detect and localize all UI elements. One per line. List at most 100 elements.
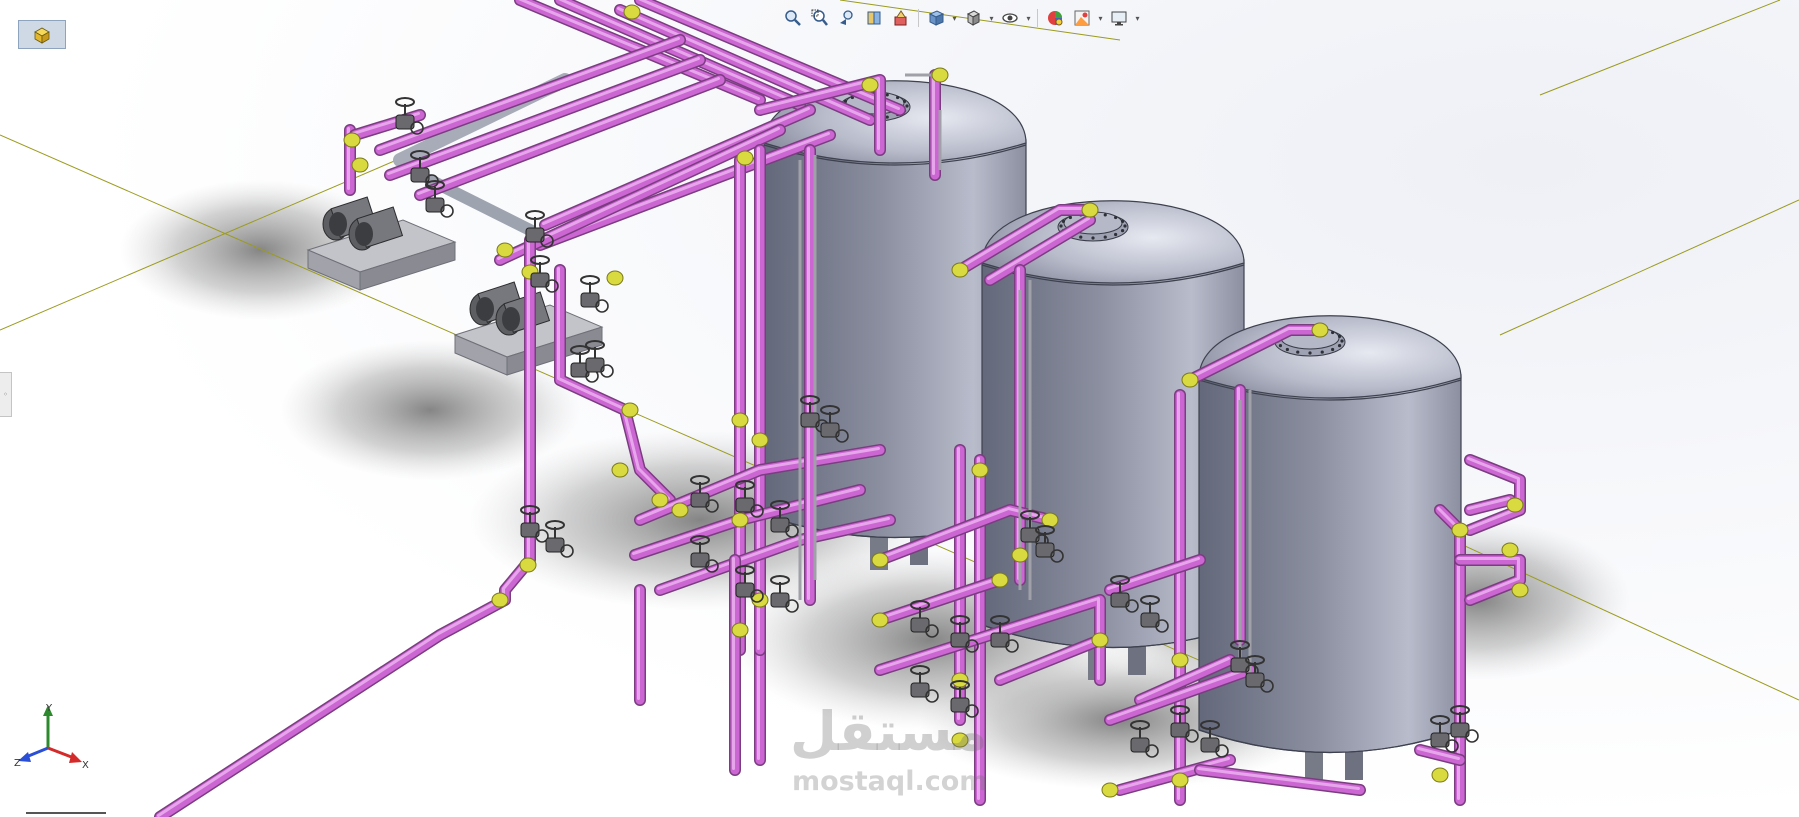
elbow-fitting-22 [731, 512, 749, 528]
manway-bolt [1103, 213, 1107, 217]
edit-appearance-button[interactable] [1042, 6, 1068, 30]
section-view-icon [867, 11, 881, 25]
manway-bolt [1285, 347, 1289, 352]
elbow-fitting-13 [1311, 322, 1329, 338]
toolbar-separator [1037, 9, 1038, 27]
view-orientation-icon [928, 10, 945, 26]
hide-show-items-button[interactable] [997, 6, 1023, 30]
manway-bolt [1337, 343, 1342, 348]
view-orientation-button[interactable] [923, 6, 949, 30]
elbow-fitting-37 [1101, 782, 1119, 798]
elbow-fitting-40 [871, 552, 889, 568]
manway-bolt [905, 104, 909, 108]
view-settings-dropdown-arrow[interactable]: ▾ [1133, 6, 1142, 30]
zoom-to-fit-icon [785, 10, 801, 26]
elbow-fitting-23 [751, 592, 769, 608]
elbow-fitting-29 [1091, 632, 1109, 648]
manway-bolt [1091, 236, 1095, 240]
elbow-fitting-33 [1501, 542, 1519, 558]
elbow-fitting-11 [1081, 202, 1099, 218]
elbow-fitting-20 [651, 492, 669, 508]
elbow-fitting-31 [1451, 522, 1469, 538]
elbow-fitting-4 [496, 242, 514, 258]
manway-bolt [1114, 215, 1118, 220]
elbow-fitting-9 [736, 150, 754, 166]
view-settings-icon [1111, 11, 1127, 26]
apply-scene-button[interactable] [1069, 6, 1095, 30]
elbow-fitting-7 [861, 77, 879, 93]
manway-bolt [1123, 224, 1127, 228]
display-style-dropdown-arrow[interactable]: ▾ [987, 6, 996, 30]
collapse-arrow-icon: ◦ [3, 390, 8, 399]
elbow-fitting-24 [731, 622, 749, 638]
view-orientation-dropdown-arrow[interactable]: ▾ [950, 6, 959, 30]
elbow-fitting-18 [731, 412, 749, 428]
manway-bolt [1308, 351, 1312, 355]
elbow-fitting-15 [611, 462, 629, 478]
triad-z-label: Z [14, 758, 21, 769]
display-style-button[interactable] [960, 6, 986, 30]
manway-bolt [1278, 343, 1283, 348]
manway-bolt [1061, 219, 1066, 224]
elbow-fitting-1 [623, 4, 641, 20]
elbow-fitting-30 [1171, 652, 1189, 668]
elbow-fitting-41 [1041, 512, 1059, 528]
previous-view-button[interactable] [834, 6, 860, 30]
hide-show-items-dropdown-arrow[interactable]: ▾ [1024, 6, 1033, 30]
dynamic-annotation-button[interactable] [888, 6, 914, 30]
pump-face [355, 222, 373, 246]
manway-bolt [1331, 330, 1335, 335]
manway-bolt [1059, 224, 1063, 228]
reference-triad: Y X Z [14, 703, 89, 771]
apply-scene-icon [1074, 10, 1090, 26]
triad-z-axis [25, 746, 49, 759]
zoom-to-fit-button[interactable] [780, 6, 806, 30]
manway-bolt [902, 99, 907, 104]
hide-show-items-icon [1002, 13, 1018, 23]
triad-x-axis [47, 746, 75, 760]
elbow-fitting-32 [1506, 497, 1524, 513]
triad-x-arrow [69, 752, 82, 763]
status-underline [26, 812, 106, 814]
toolbar-separator [918, 9, 919, 27]
elbow-fitting-17 [491, 592, 509, 608]
watermark-arabic: مستقل [790, 700, 988, 763]
manway-bolt [896, 95, 900, 100]
elbow-fitting-8 [931, 67, 949, 83]
view-cube-icon [34, 27, 50, 44]
pump-face [502, 307, 520, 331]
apply-scene-dropdown-arrow[interactable]: ▾ [1096, 6, 1105, 30]
section-view-button[interactable] [861, 6, 887, 30]
triad-y-label: Y [45, 703, 53, 714]
elbow-fitting-3 [351, 157, 369, 173]
manway-bolt [1120, 228, 1125, 233]
elbow-fitting-27 [871, 612, 889, 628]
manway-bolt [1120, 219, 1125, 224]
elbow-fitting-10 [951, 262, 969, 278]
display-style-icon [966, 10, 981, 26]
view-settings-button[interactable] [1106, 6, 1132, 30]
elbow-fitting-26 [1011, 547, 1029, 563]
elbow-fitting-16 [519, 557, 537, 573]
panel-collapse-handle[interactable]: ◦ [0, 372, 12, 417]
dynamic-annotation-icon [894, 10, 907, 26]
manway-bolt [1320, 350, 1324, 354]
manway-bolt [1337, 334, 1342, 339]
manway-bolt [1103, 235, 1107, 239]
edit-appearance-icon [1048, 11, 1063, 26]
watermark-latin: mostaql.com [792, 766, 988, 797]
elbow-fitting-14 [621, 402, 639, 418]
elbow-fitting-2 [343, 132, 361, 148]
pump-face [476, 297, 494, 321]
manway-bolt [1331, 347, 1335, 352]
elbow-fitting-6 [606, 270, 624, 286]
zoom-to-area-button[interactable] [807, 6, 833, 30]
manway-bolt [885, 93, 889, 97]
manway-bolt [1114, 232, 1118, 237]
view-selector-button[interactable] [18, 20, 66, 49]
piping-assembly-scene[interactable] [0, 0, 1799, 817]
manway-bolt [1068, 215, 1072, 220]
cad-application-window: ▾ ▾ ▾ ▾ ▾ ◦ Y X Z مستقل mostaql.com [0, 0, 1799, 817]
elbow-fitting-21 [671, 502, 689, 518]
3d-graphics-viewport[interactable] [0, 0, 1799, 817]
